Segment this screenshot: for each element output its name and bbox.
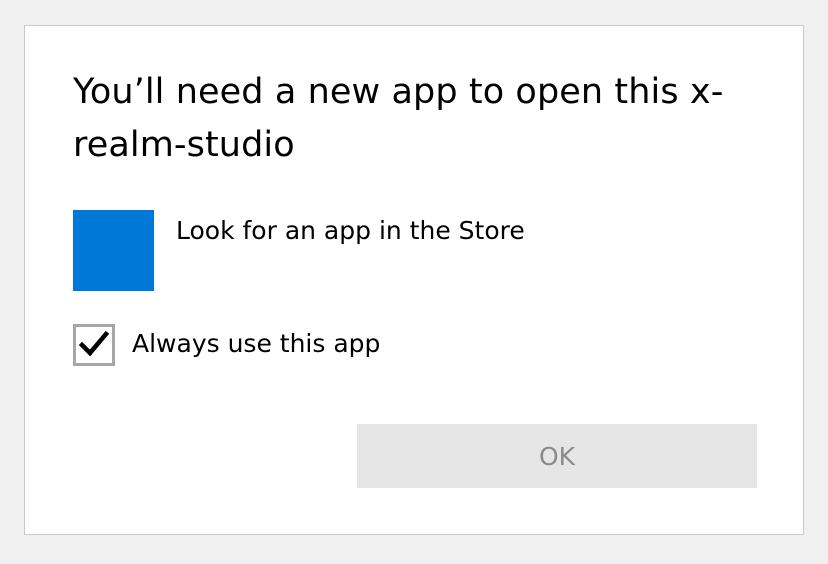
always-use-checkbox[interactable] — [73, 324, 115, 366]
checkmark-icon — [78, 330, 110, 357]
open-with-dialog: You’ll need a new app to open this x-rea… — [24, 25, 804, 535]
dialog-title: You’ll need a new app to open this x-rea… — [73, 72, 724, 165]
always-use-this-app-option[interactable]: Always use this app — [73, 324, 433, 366]
store-search-option[interactable]: Look for an app in the Store — [73, 210, 593, 292]
store-tile-icon — [73, 210, 154, 291]
always-use-label: Always use this app — [132, 329, 381, 358]
store-option-label: Look for an app in the Store — [176, 216, 525, 245]
ok-button[interactable]: OK — [357, 424, 757, 488]
